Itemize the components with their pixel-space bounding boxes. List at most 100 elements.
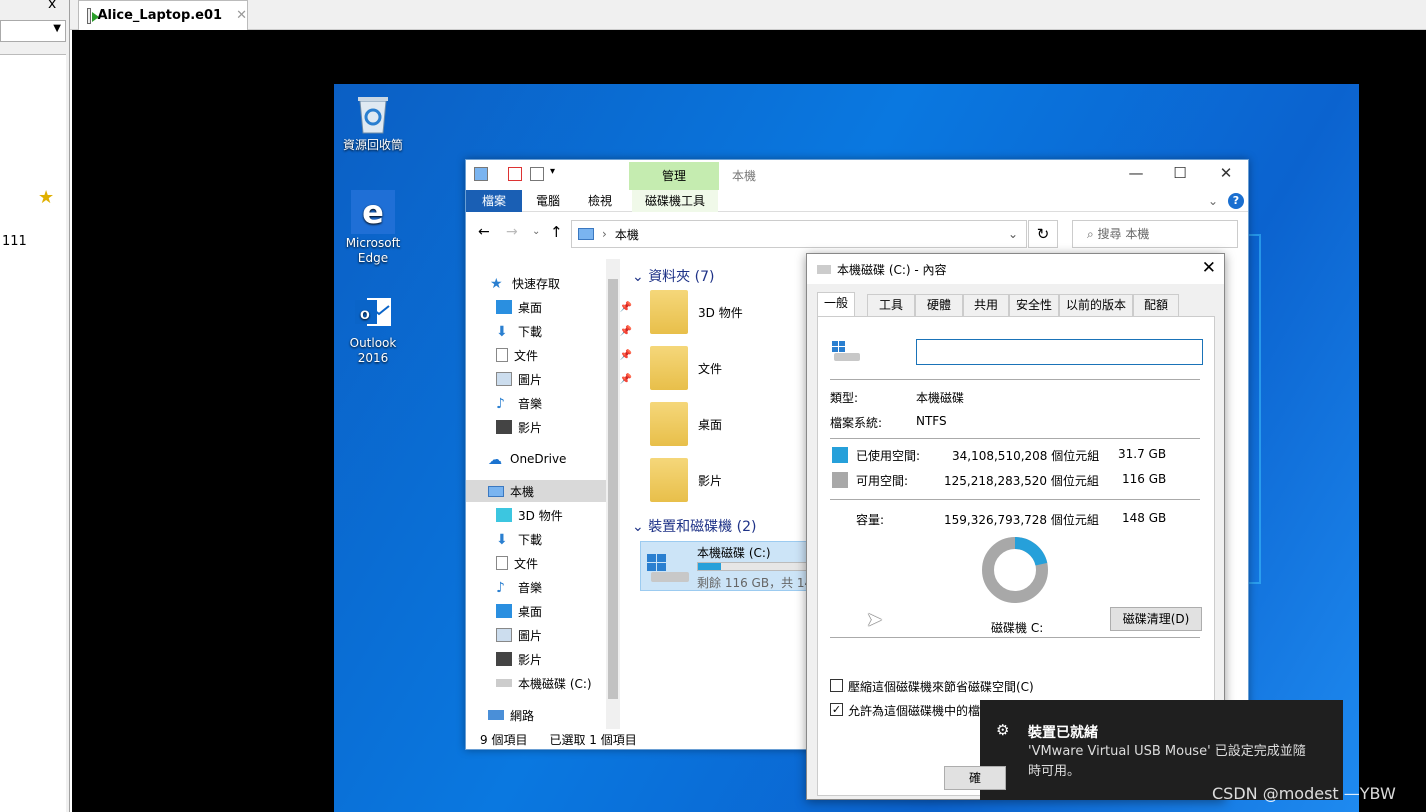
nav-scrollbar[interactable] [606, 259, 620, 729]
evidence-tree[interactable] [0, 54, 66, 812]
ok-button[interactable]: 確 [944, 766, 1006, 790]
tab-general[interactable]: 一般 [817, 292, 855, 317]
collapse-chevron-icon: ⌄ [632, 269, 649, 285]
free-bytes: 125,218,283,520 個位元組 [944, 474, 1099, 488]
download-icon: ⬇ [496, 324, 508, 340]
computer-icon [474, 167, 488, 181]
drive-c-tile[interactable]: 本機磁碟 (C:) 剩餘 116 GB，共 14 [640, 541, 812, 591]
new-folder-icon[interactable] [530, 167, 544, 181]
nav-label: 桌面 [518, 300, 543, 315]
edge-shortcut[interactable]: e Microsoft Edge [338, 190, 408, 266]
divider [830, 379, 1200, 380]
context-tab-manage[interactable]: 管理 [629, 162, 719, 190]
drive-icon [817, 264, 831, 274]
type-value: 本機磁碟 [916, 391, 965, 405]
nav-label: 文件 [514, 348, 539, 363]
vm-play-icon [87, 7, 101, 24]
search-box[interactable]: ⌕ 搜尋 本機 [1072, 220, 1238, 248]
devices-header[interactable]: ⌄ 裝置和磁碟機 (2) [632, 516, 756, 536]
disk-cleanup-button[interactable]: 磁碟清理(D) [1110, 607, 1202, 631]
download-icon: ⬇ [496, 532, 508, 548]
nav-label: 3D 物件 [518, 508, 563, 523]
tab-drive-tools[interactable]: 磁碟機工具 [632, 190, 718, 212]
selected-count: 已選取 1 個項目 [549, 732, 637, 747]
divider [830, 438, 1200, 439]
folder-icon [650, 290, 688, 334]
document-icon [496, 556, 508, 570]
tab-computer[interactable]: 電腦 [526, 190, 570, 212]
dialog-tabs: 一般 工具 硬體 共用 安全性 以前的版本 配額 [817, 292, 1215, 317]
computer-icon [578, 228, 594, 240]
panel-dropdown[interactable]: ▼ [0, 20, 66, 42]
tab-security[interactable]: 安全性 [1009, 294, 1059, 316]
explorer-titlebar: ▾ 管理 本機 — ☐ ✕ [466, 160, 1248, 190]
outlook-shortcut[interactable]: o Outlook 2016 [338, 290, 408, 366]
nav-label: 網路 [510, 708, 535, 723]
nav-label: 下載 [518, 532, 543, 547]
fs-label: 檔案系統: [830, 416, 883, 430]
tab-quota[interactable]: 配額 [1133, 294, 1179, 316]
star-icon[interactable]: ★ [38, 187, 54, 208]
dialog-close-icon[interactable]: ✕ [1202, 258, 1216, 278]
edge-icon: e [351, 190, 395, 234]
panel-close-button[interactable]: x [48, 0, 56, 12]
folder-3d-objects[interactable]: 3D 物件 [650, 290, 743, 334]
divider [830, 637, 1200, 638]
folder-videos[interactable]: 影片 [650, 458, 722, 502]
tab-previous-versions[interactable]: 以前的版本 [1059, 294, 1133, 316]
desktop-icon [496, 604, 512, 618]
cloud-icon: ☁ [488, 452, 502, 468]
folder-desktop[interactable]: 桌面 [650, 402, 722, 446]
capacity-gb: 148 GB [1122, 511, 1167, 525]
used-label: 已使用空間: [856, 449, 921, 463]
nav-label: 快速存取 [512, 276, 561, 291]
drive-name: 本機磁碟 (C:) [697, 546, 771, 560]
address-bar[interactable]: › 本機 ⌄ [571, 220, 1027, 248]
minimize-icon[interactable]: — [1122, 164, 1150, 182]
address-text: 本機 [614, 227, 639, 242]
recycle-bin-shortcut[interactable]: 資源回收筒 [338, 92, 408, 153]
drive-icon [832, 341, 860, 361]
tab-alice-laptop[interactable]: Alice_Laptop.e01 ✕ [78, 0, 248, 30]
item-count: 9 個項目 [480, 732, 528, 747]
folder-icon [650, 458, 688, 502]
nav-label: 本機 [510, 484, 535, 499]
star-icon: ★ [490, 276, 503, 292]
tab-sharing[interactable]: 共用 [963, 294, 1009, 316]
maximize-icon[interactable]: ☐ [1166, 164, 1194, 182]
up-arrow-icon[interactable]: ↑ [550, 223, 563, 241]
forward-arrow-icon[interactable]: → [506, 224, 518, 240]
desktop-icon [496, 300, 512, 314]
ribbon-expand-icon[interactable]: ⌄ [1206, 190, 1220, 212]
tab-close-icon[interactable]: ✕ [236, 8, 247, 23]
folders-header[interactable]: ⌄ 資料夾 (7) [632, 266, 714, 286]
tab-file[interactable]: 檔案 [466, 190, 522, 212]
pictures-icon [496, 372, 512, 386]
nav-label: 圖片 [518, 628, 543, 643]
compress-checkbox[interactable] [830, 679, 843, 692]
fs-value: NTFS [916, 414, 947, 428]
nav-label: OneDrive [510, 452, 567, 466]
tab-hardware[interactable]: 硬體 [915, 294, 963, 316]
index-checkbox[interactable]: ✓ [830, 703, 843, 716]
toast-title: 裝置已就緒 [1028, 725, 1098, 741]
free-label: 可用空間: [856, 474, 909, 488]
divider [830, 499, 1200, 500]
free-gb: 116 GB [1122, 472, 1167, 486]
scrollbar-thumb[interactable] [608, 279, 618, 699]
folder-documents[interactable]: 文件 [650, 346, 722, 390]
search-icon: ⌕ [1087, 227, 1098, 241]
back-arrow-icon[interactable]: ← [478, 224, 490, 240]
tab-view[interactable]: 檢視 [578, 190, 622, 212]
drive-name-input[interactable] [916, 339, 1203, 365]
help-icon[interactable]: ? [1228, 193, 1244, 209]
close-icon[interactable]: ✕ [1212, 164, 1240, 182]
tab-tools[interactable]: 工具 [867, 294, 915, 316]
properties-icon[interactable] [508, 167, 522, 181]
recent-chevron-icon[interactable]: ⌄ [532, 226, 540, 237]
nav-this-pc[interactable]: 本機 [466, 480, 606, 502]
refresh-button[interactable]: ↻ [1028, 220, 1058, 248]
address-dropdown-icon[interactable]: ⌄ [1008, 227, 1018, 241]
folder-label: 3D 物件 [698, 305, 743, 320]
customize-quickaccess-icon[interactable]: ▾ [550, 166, 555, 177]
